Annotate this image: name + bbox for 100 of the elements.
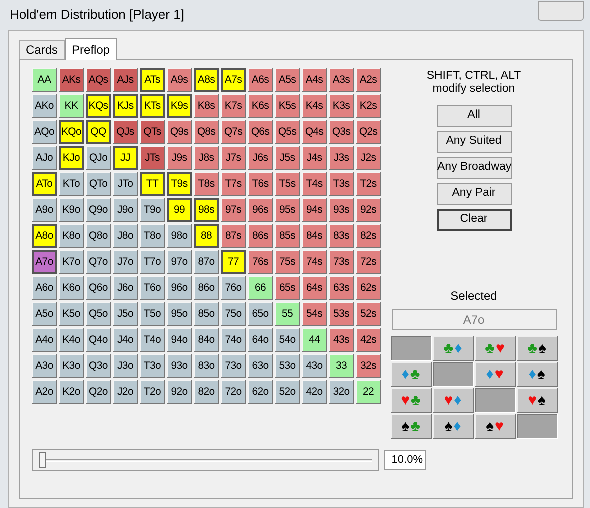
hand-cell[interactable]: ATs <box>140 68 165 92</box>
hand-cell[interactable]: J5s <box>275 146 300 170</box>
hand-cell[interactable]: KQs <box>86 94 111 118</box>
hand-cell[interactable]: T5s <box>275 172 300 196</box>
hand-cell[interactable]: 87s <box>221 224 246 248</box>
hand-cell[interactable]: A8s <box>194 68 219 92</box>
hand-cell[interactable]: J3s <box>329 146 354 170</box>
hand-cell[interactable]: T6o <box>140 276 165 300</box>
hand-cell[interactable]: 97o <box>167 250 192 274</box>
hand-cell[interactable]: 83o <box>194 354 219 378</box>
hand-cell[interactable]: 72s <box>356 250 381 274</box>
hand-cell[interactable]: J6s <box>248 146 273 170</box>
hand-cell[interactable]: 86o <box>194 276 219 300</box>
hand-cell[interactable]: 32o <box>329 380 354 404</box>
hand-cell[interactable]: 66 <box>248 276 273 300</box>
hand-cell[interactable]: 84o <box>194 328 219 352</box>
hand-cell[interactable]: JJ <box>113 146 138 170</box>
slider-thumb[interactable] <box>39 452 46 468</box>
hand-cell[interactable]: J8o <box>113 224 138 248</box>
hand-cell[interactable]: T7s <box>221 172 246 196</box>
hand-cell[interactable]: K2o <box>59 380 84 404</box>
hand-cell[interactable]: 85o <box>194 302 219 326</box>
suit-combo-cell[interactable]: ♦♠ <box>516 362 558 387</box>
hand-cell[interactable]: 98s <box>194 198 219 222</box>
hand-cell[interactable]: 95o <box>167 302 192 326</box>
hand-cell[interactable]: 64o <box>248 328 273 352</box>
hand-cell[interactable]: A5o <box>32 302 57 326</box>
hand-cell[interactable]: Q2s <box>356 120 381 144</box>
hand-cell[interactable]: 52o <box>275 380 300 404</box>
hand-cell[interactable]: 92s <box>356 198 381 222</box>
hand-cell[interactable]: J5o <box>113 302 138 326</box>
hand-cell[interactable]: K5s <box>275 94 300 118</box>
hand-cell[interactable]: K8o <box>59 224 84 248</box>
hand-cell[interactable]: 22 <box>356 380 381 404</box>
action-button[interactable]: Any Broadway <box>436 157 512 179</box>
hand-cell[interactable]: A6o <box>32 276 57 300</box>
hand-cell[interactable]: K9s <box>167 94 192 118</box>
hand-cell[interactable]: T2s <box>356 172 381 196</box>
hand-cell[interactable]: Q6s <box>248 120 273 144</box>
hand-cell[interactable]: Q4s <box>302 120 327 144</box>
hand-cell[interactable]: AQo <box>32 120 57 144</box>
hand-cell[interactable]: A7s <box>221 68 246 92</box>
hand-cell[interactable]: T4o <box>140 328 165 352</box>
hand-cell[interactable]: KTo <box>59 172 84 196</box>
hand-cell[interactable]: JTs <box>140 146 165 170</box>
hand-cell[interactable]: K2s <box>356 94 381 118</box>
hand-cell[interactable]: K4o <box>59 328 84 352</box>
hand-cell[interactable]: AJo <box>32 146 57 170</box>
hand-cell[interactable]: T4s <box>302 172 327 196</box>
hand-cell[interactable]: 32s <box>356 354 381 378</box>
range-slider[interactable] <box>32 449 379 471</box>
hand-cell[interactable]: Q7o <box>86 250 111 274</box>
hand-cell[interactable]: J2s <box>356 146 381 170</box>
hand-cell[interactable]: J3o <box>113 354 138 378</box>
hand-cell[interactable]: AKs <box>59 68 84 92</box>
hand-cell[interactable]: 65o <box>248 302 273 326</box>
hand-cell[interactable]: 75s <box>275 250 300 274</box>
hand-cell[interactable]: J4s <box>302 146 327 170</box>
suit-combo-cell[interactable]: ♠♥ <box>474 414 516 439</box>
hand-cell[interactable]: 75o <box>221 302 246 326</box>
suit-combo-cell[interactable]: ♥♠ <box>516 388 558 413</box>
hand-cell[interactable]: 82o <box>194 380 219 404</box>
hand-cell[interactable]: T2o <box>140 380 165 404</box>
hand-cell[interactable]: Q8o <box>86 224 111 248</box>
slider-value-field[interactable]: 10.0% <box>384 450 426 470</box>
hand-cell[interactable]: K7o <box>59 250 84 274</box>
hand-cell[interactable]: 54s <box>302 302 327 326</box>
hand-cell[interactable]: QJs <box>113 120 138 144</box>
hand-cell[interactable]: A9s <box>167 68 192 92</box>
hand-cell[interactable]: 77 <box>221 250 246 274</box>
hand-cell[interactable]: A5s <box>275 68 300 92</box>
hand-cell[interactable]: K5o <box>59 302 84 326</box>
hand-cell[interactable]: AJs <box>113 68 138 92</box>
hand-cell[interactable]: K4s <box>302 94 327 118</box>
hand-cell[interactable]: A8o <box>32 224 57 248</box>
close-button[interactable] <box>538 1 584 21</box>
tab[interactable]: Preflop <box>65 38 118 60</box>
hand-cell[interactable]: 55 <box>275 302 300 326</box>
hand-cell[interactable]: K8s <box>194 94 219 118</box>
hand-cell[interactable]: 74s <box>302 250 327 274</box>
hand-cell[interactable]: 76s <box>248 250 273 274</box>
hand-cell[interactable]: A6s <box>248 68 273 92</box>
hand-cell[interactable]: T9s <box>167 172 192 196</box>
hand-cell[interactable]: QTo <box>86 172 111 196</box>
hand-cell[interactable]: Q3o <box>86 354 111 378</box>
hand-cell[interactable]: Q5o <box>86 302 111 326</box>
hand-cell[interactable]: T3s <box>329 172 354 196</box>
hand-cell[interactable]: 54o <box>275 328 300 352</box>
action-button[interactable]: Any Pair <box>436 183 512 205</box>
action-button[interactable]: Any Suited <box>436 131 512 153</box>
tab[interactable]: Cards <box>19 40 66 59</box>
hand-cell[interactable]: KTs <box>140 94 165 118</box>
hand-cell[interactable]: J4o <box>113 328 138 352</box>
hand-cell[interactable]: 85s <box>275 224 300 248</box>
hand-cell[interactable]: 86s <box>248 224 273 248</box>
hand-cell[interactable]: J2o <box>113 380 138 404</box>
hand-cell[interactable]: 92o <box>167 380 192 404</box>
suit-combo-cell[interactable]: ♠♦ <box>432 414 474 439</box>
action-button[interactable]: All <box>436 105 512 127</box>
hand-cell[interactable]: J7s <box>221 146 246 170</box>
